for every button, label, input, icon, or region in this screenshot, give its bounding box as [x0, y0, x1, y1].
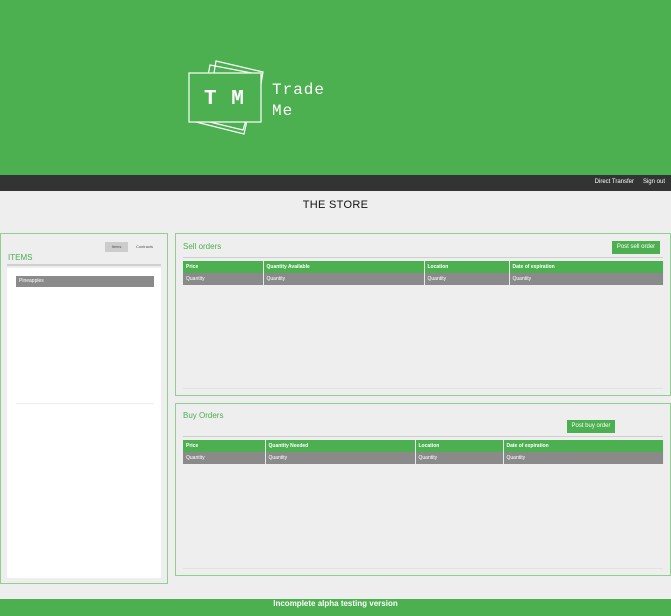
table-cell: Quantity: [183, 452, 266, 464]
table-cell: Quantity: [509, 273, 664, 285]
post-buy-order-button[interactable]: Post buy order: [567, 420, 615, 433]
top-navbar: Direct Transfer Sign out: [0, 175, 671, 191]
trade-me-logo: T M Trade Me: [186, 60, 346, 140]
buy-orders-title: Buy Orders: [183, 411, 224, 420]
column-header-price[interactable]: Price: [183, 440, 266, 452]
table-row[interactable]: Quantity Quantity Quantity Quantity: [183, 452, 664, 464]
buy-orders-panel: Buy Orders Post buy order Price Quantity…: [175, 403, 671, 576]
divider: [183, 257, 663, 258]
table-header-row: Price Quantity Needed Location Date of e…: [183, 440, 664, 452]
column-header-date-of-expiration[interactable]: Date of expiration: [509, 261, 664, 273]
items-panel: Items Contracts ITEMS Pineapples: [0, 233, 168, 584]
sell-orders-panel: Sell orders Post sell order Price Quanti…: [175, 233, 671, 396]
post-sell-order-button[interactable]: Post sell order: [612, 241, 660, 254]
table-cell: Quantity: [503, 452, 664, 464]
divider: [183, 436, 663, 437]
direct-transfer-link[interactable]: Direct Transfer: [595, 179, 634, 185]
divider: [7, 264, 161, 266]
footer-text: Incomplete alpha testing version: [273, 599, 398, 608]
page-title: THE STORE: [302, 199, 369, 211]
column-header-date-of-expiration[interactable]: Date of expiration: [503, 440, 664, 452]
logo-monogram: T M: [204, 88, 245, 111]
items-list: Pineapples: [7, 268, 161, 578]
column-header-quantity-needed[interactable]: Quantity Needed: [265, 440, 416, 452]
column-header-location[interactable]: Location: [415, 440, 504, 452]
logo-wordmark: Trade Me: [272, 80, 352, 122]
tab-contracts[interactable]: Contracts: [130, 242, 159, 252]
divider: [16, 403, 154, 404]
table-cell: Quantity: [265, 452, 416, 464]
table-row[interactable]: Quantity Quantity Quantity Quantity: [183, 273, 664, 285]
logo-word-line2: Me: [272, 102, 294, 120]
buy-orders-table: Price Quantity Needed Location Date of e…: [183, 440, 664, 464]
column-header-quantity-available[interactable]: Quantity Available: [263, 261, 425, 273]
logo-word-line1: Trade: [272, 81, 326, 99]
divider: [183, 388, 663, 389]
footer-banner: Incomplete alpha testing version: [0, 599, 671, 616]
sign-out-link[interactable]: Sign out: [643, 179, 665, 185]
divider: [183, 568, 663, 569]
table-cell: Quantity: [263, 273, 425, 285]
column-header-location[interactable]: Location: [424, 261, 510, 273]
sell-orders-title: Sell orders: [183, 242, 222, 251]
hero-banner: T M Trade Me: [0, 0, 671, 175]
table-cell: Quantity: [415, 452, 504, 464]
column-header-price[interactable]: Price: [183, 261, 264, 273]
tab-items[interactable]: Items: [105, 242, 128, 252]
table-header-row: Price Quantity Available Location Date o…: [183, 261, 664, 273]
table-cell: Quantity: [183, 273, 264, 285]
table-cell: Quantity: [424, 273, 510, 285]
sell-orders-table: Price Quantity Available Location Date o…: [183, 261, 664, 285]
items-heading: ITEMS: [8, 253, 33, 262]
list-item[interactable]: Pineapples: [16, 276, 154, 287]
